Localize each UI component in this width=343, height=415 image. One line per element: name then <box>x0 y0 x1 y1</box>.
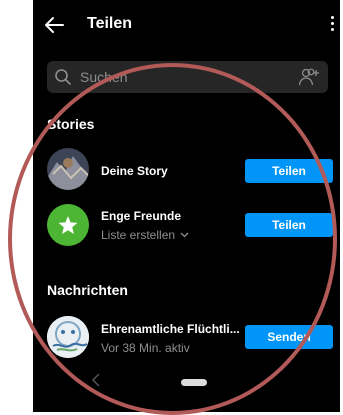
nav-back-icon[interactable] <box>91 373 101 387</box>
search-icon <box>55 69 71 85</box>
share-sheet: Teilen Suchen Stories Deine Story Teilen <box>33 0 340 412</box>
add-people-icon[interactable] <box>298 67 320 87</box>
send-button[interactable]: Senden <box>245 325 333 349</box>
share-story-button[interactable]: Teilen <box>245 159 333 183</box>
arrow-left-icon[interactable] <box>41 12 67 38</box>
avatar <box>47 148 89 190</box>
top-bar: Teilen <box>33 0 340 52</box>
chat-name: Ehrenamtliche Flüchtli... <box>101 322 240 336</box>
messages-heading: Nachrichten <box>47 282 128 298</box>
group-avatar-image <box>47 316 89 358</box>
story-thumbnail <box>47 148 89 190</box>
chevron-down-icon <box>180 232 189 238</box>
star-icon <box>58 216 78 234</box>
avatar <box>47 204 89 246</box>
search-placeholder: Suchen <box>80 69 128 85</box>
list-item: Enge Freunde Liste erstellen Teilen <box>33 204 340 248</box>
list-item: Deine Story Teilen <box>33 148 340 192</box>
search-input[interactable]: Suchen <box>47 61 328 93</box>
create-list-link[interactable]: Liste erstellen <box>101 228 189 242</box>
stories-heading: Stories <box>47 116 95 132</box>
story-name: Deine Story <box>101 164 168 178</box>
more-vertical-icon[interactable] <box>329 14 335 36</box>
chat-activity: Vor 38 Min. aktiv <box>101 341 190 355</box>
list-item: Ehrenamtliche Flüchtli... Vor 38 Min. ak… <box>33 316 340 360</box>
avatar <box>47 316 89 358</box>
share-close-friends-button[interactable]: Teilen <box>245 213 333 237</box>
home-indicator[interactable] <box>181 379 207 386</box>
page-title: Teilen <box>87 15 133 32</box>
close-friends-name: Enge Freunde <box>101 209 182 223</box>
create-list-label: Liste erstellen <box>101 228 176 242</box>
